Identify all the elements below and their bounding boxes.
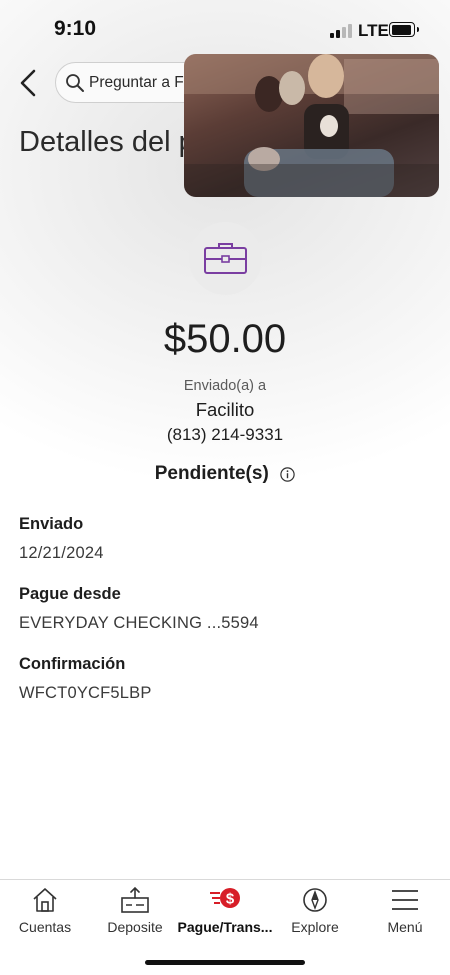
video-overlay[interactable]: [184, 54, 439, 197]
tab-label: Cuentas: [18, 919, 72, 935]
chevron-left-icon: [20, 69, 36, 97]
tab-label: Pague/Trans...: [177, 919, 273, 935]
briefcase-icon: [204, 243, 247, 274]
payment-status: Pendiente(s): [0, 463, 450, 485]
tab-label: Menú: [387, 919, 423, 935]
pay-transfer-icon: $: [210, 888, 240, 908]
detail-value-confirmation-number: WFCT0YCF5LBP: [19, 684, 152, 702]
svg-text:$: $: [226, 891, 235, 908]
battery-icon: [389, 22, 419, 37]
home-indicator: [145, 960, 305, 965]
tab-explore[interactable]: Explore: [270, 880, 360, 942]
detail-value-account: EVERYDAY CHECKING ...5594: [19, 614, 259, 632]
signal-icon: [330, 24, 352, 38]
tab-cuentas[interactable]: Cuentas: [0, 880, 90, 942]
menu-icon: [392, 890, 418, 910]
battery-level: [391, 24, 411, 35]
sent-to-label: Enviado(a) a: [183, 378, 267, 394]
search-icon: [66, 74, 84, 92]
detail-value-sent-date: 12/21/2024: [19, 544, 104, 562]
tab-menu[interactable]: Menú: [360, 880, 450, 942]
deposit-check-icon: [121, 886, 149, 913]
payment-icon-badge: [189, 222, 262, 295]
tab-label: Deposite: [107, 919, 163, 935]
recipient-phone: (813) 214-9331: [166, 425, 284, 444]
status-time: 9:10: [54, 17, 97, 40]
back-button[interactable]: [14, 64, 44, 102]
detail-label-sent: Enviado: [19, 515, 84, 533]
video-frame: [184, 54, 439, 197]
compass-icon: [303, 888, 327, 912]
tab-pague-transfiera[interactable]: $ Pague/Trans...: [178, 880, 272, 942]
tab-deposite[interactable]: Deposite: [90, 880, 180, 942]
recipient-name: Facilito: [195, 399, 255, 420]
home-icon: [33, 888, 57, 912]
status-text: Pendiente(s): [154, 463, 269, 484]
tab-label: Explore: [291, 919, 339, 935]
info-icon[interactable]: [280, 466, 295, 482]
payment-amount: $50.00: [163, 317, 287, 361]
detail-label-confirmation: Confirmación: [19, 655, 126, 673]
status-bar: 9:10 LTE: [0, 0, 450, 58]
network-label: LTE: [358, 21, 389, 40]
detail-label-pay-from: Pague desde: [19, 585, 121, 603]
